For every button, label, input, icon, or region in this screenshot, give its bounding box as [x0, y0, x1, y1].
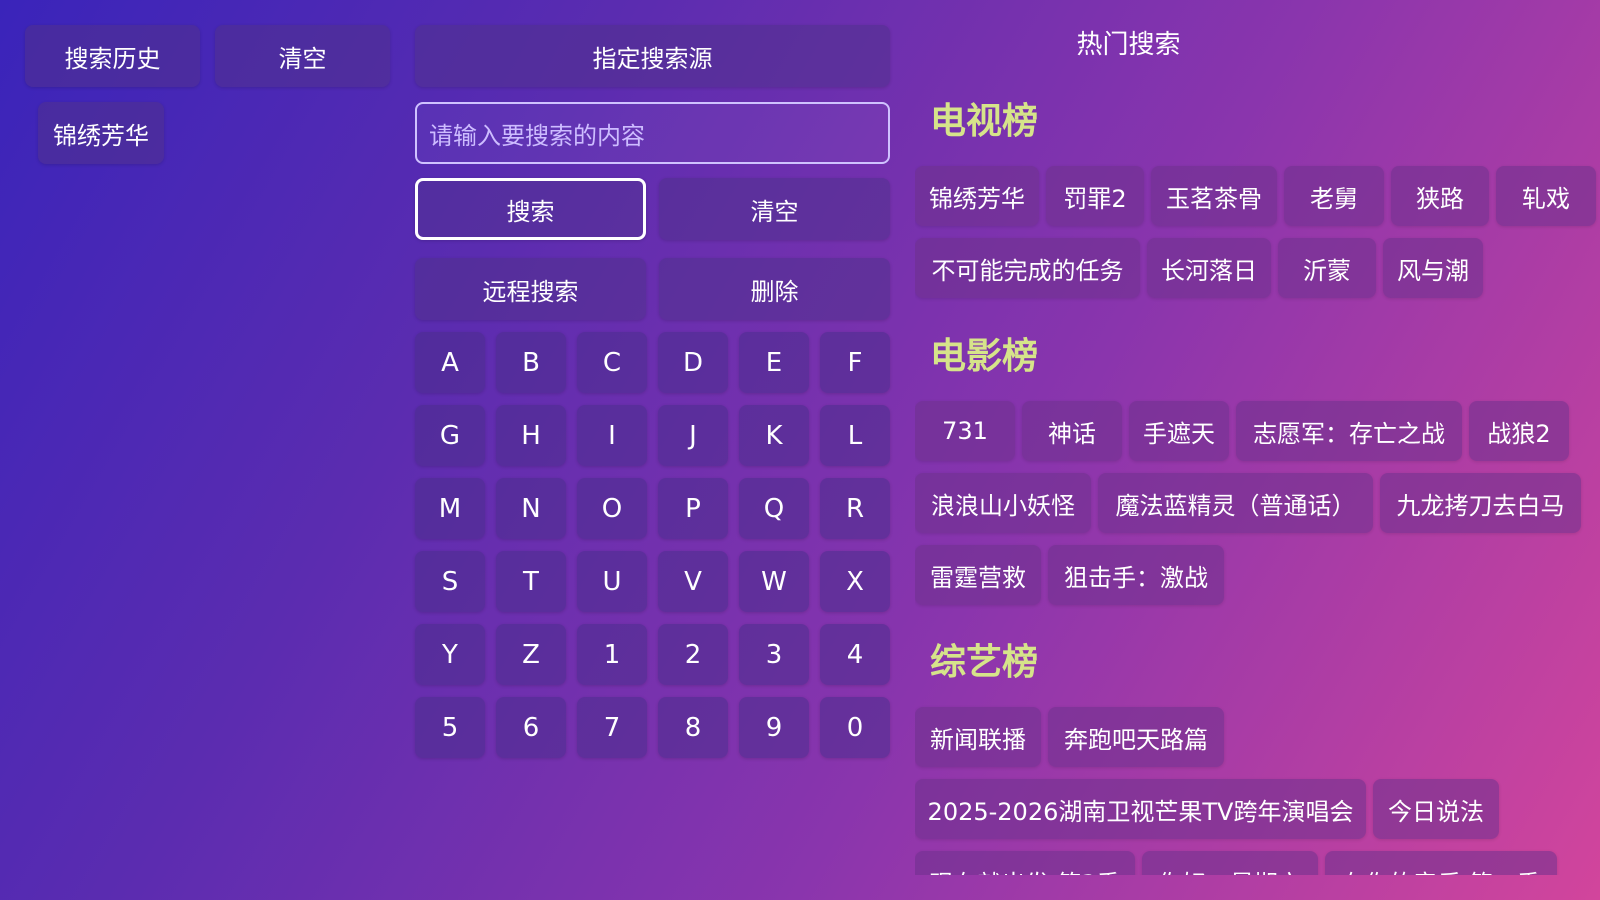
hot-search-chip[interactable]: 轧戏 [1496, 166, 1596, 226]
key-n[interactable]: N [496, 478, 566, 539]
key-y[interactable]: Y [415, 624, 485, 685]
chip-row: 锦绣芳华 罚罪2 玉茗茶骨 老舅 狭路 轧戏 [915, 166, 1596, 226]
key-v[interactable]: V [658, 551, 728, 612]
key-z[interactable]: Z [496, 624, 566, 685]
key-d[interactable]: D [658, 332, 728, 393]
key-l[interactable]: L [820, 405, 890, 466]
key-q[interactable]: Q [739, 478, 809, 539]
key-3[interactable]: 3 [739, 624, 809, 685]
hot-search-chip[interactable]: 九龙拷刀去白马 [1380, 473, 1581, 533]
key-0[interactable]: 0 [820, 697, 890, 758]
clear-history-button[interactable]: 清空 [215, 25, 390, 87]
hot-search-chip[interactable]: 浪浪山小妖怪 [915, 473, 1091, 533]
hot-search-chip[interactable]: 731 [915, 401, 1015, 461]
hot-search-chip[interactable]: 风与潮 [1383, 238, 1483, 298]
hot-search-chip[interactable]: 神话 [1022, 401, 1122, 461]
key-k[interactable]: K [739, 405, 809, 466]
hot-search-chip[interactable]: 狙击手：激战 [1048, 545, 1224, 605]
hot-search-chip[interactable]: 沂蒙 [1278, 238, 1376, 298]
search-input[interactable]: 请输入要搜索的内容 [415, 102, 890, 164]
key-r[interactable]: R [820, 478, 890, 539]
key-o[interactable]: O [577, 478, 647, 539]
key-x[interactable]: X [820, 551, 890, 612]
delete-button[interactable]: 删除 [659, 258, 890, 320]
hot-search-chip[interactable]: 老舅 [1284, 166, 1384, 226]
hot-search-chip[interactable]: 魔法蓝精灵（普通话） [1098, 473, 1373, 533]
key-s[interactable]: S [415, 551, 485, 612]
key-5[interactable]: 5 [415, 697, 485, 758]
key-6[interactable]: 6 [496, 697, 566, 758]
chip-row: 雷霆营救 狙击手：激战 [915, 545, 1224, 605]
key-h[interactable]: H [496, 405, 566, 466]
key-p[interactable]: P [658, 478, 728, 539]
key-w[interactable]: W [739, 551, 809, 612]
hot-search-chip[interactable]: 你好，星期六 [1142, 851, 1318, 875]
chip-row: 2025-2026湖南卫视芒果TV跨年演唱会 今日说法 [915, 779, 1499, 839]
key-1[interactable]: 1 [577, 624, 647, 685]
hot-search-chip[interactable]: 今日说法 [1373, 779, 1499, 839]
key-e[interactable]: E [739, 332, 809, 393]
search-history-button[interactable]: 搜索历史 [25, 25, 200, 87]
hot-search-chip[interactable]: 有你的音乐 第二季 [1325, 851, 1557, 875]
key-2[interactable]: 2 [658, 624, 728, 685]
chip-row: 新闻联播 奔跑吧天路篇 [915, 707, 1224, 767]
search-button[interactable]: 搜索 [415, 178, 646, 240]
chip-row: 现在就出发 第3季你好，星期六有你的音乐 第二季 [915, 851, 1557, 875]
hot-search-chip[interactable]: 手遮天 [1129, 401, 1229, 461]
key-u[interactable]: U [577, 551, 647, 612]
key-c[interactable]: C [577, 332, 647, 393]
hot-search-chip[interactable]: 雷霆营救 [915, 545, 1041, 605]
category-title-variety: 综艺榜 [930, 642, 1039, 683]
key-7[interactable]: 7 [577, 697, 647, 758]
key-b[interactable]: B [496, 332, 566, 393]
clear-input-button[interactable]: 清空 [659, 178, 890, 240]
search-source-button[interactable]: 指定搜索源 [415, 25, 890, 87]
key-8[interactable]: 8 [658, 697, 728, 758]
key-9[interactable]: 9 [739, 697, 809, 758]
key-g[interactable]: G [415, 405, 485, 466]
key-m[interactable]: M [415, 478, 485, 539]
hot-search-chip[interactable]: 奔跑吧天路篇 [1048, 707, 1224, 767]
category-title-tv: 电视榜 [930, 101, 1039, 142]
hot-search-chip[interactable]: 不可能完成的任务 [915, 238, 1140, 298]
hot-search-chip[interactable]: 长河落日 [1147, 238, 1271, 298]
chip-row: 浪浪山小妖怪 魔法蓝精灵（普通话） 九龙拷刀去白马 [915, 473, 1581, 533]
hot-search-chip[interactable]: 新闻联播 [915, 707, 1041, 767]
key-f[interactable]: F [820, 332, 890, 393]
history-item[interactable]: 锦绣芳华 [38, 102, 164, 164]
hot-search-chip[interactable]: 罚罪2 [1046, 166, 1144, 226]
chip-row: 731 神话 手遮天 志愿军：存亡之战 战狼2 [915, 401, 1569, 461]
hot-search-chip[interactable]: 狭路 [1391, 166, 1489, 226]
key-a[interactable]: A [415, 332, 485, 393]
hot-search-chip[interactable]: 玉茗茶骨 [1151, 166, 1277, 226]
hot-search-chip[interactable]: 锦绣芳华 [915, 166, 1039, 226]
key-t[interactable]: T [496, 551, 566, 612]
remote-search-button[interactable]: 远程搜索 [415, 258, 646, 320]
category-title-movie: 电影榜 [930, 336, 1039, 377]
hot-search-chip[interactable]: 志愿军：存亡之战 [1236, 401, 1462, 461]
hot-search-panel: 电视榜 锦绣芳华 罚罪2 玉茗茶骨 老舅 狭路 轧戏 不可能完成的任务 长河落日 沂蒙 风与潮 电影榜… [915, 0, 1600, 875]
key-i[interactable]: I [577, 405, 647, 466]
key-4[interactable]: 4 [820, 624, 890, 685]
key-j[interactable]: J [658, 405, 728, 466]
chip-row: 不可能完成的任务 长河落日 沂蒙 风与潮 [915, 238, 1483, 298]
hot-search-chip[interactable]: 现在就出发 第3季 [915, 851, 1135, 875]
hot-search-chip[interactable]: 2025-2026湖南卫视芒果TV跨年演唱会 [915, 779, 1366, 839]
hot-search-chip[interactable]: 战狼2 [1469, 401, 1569, 461]
